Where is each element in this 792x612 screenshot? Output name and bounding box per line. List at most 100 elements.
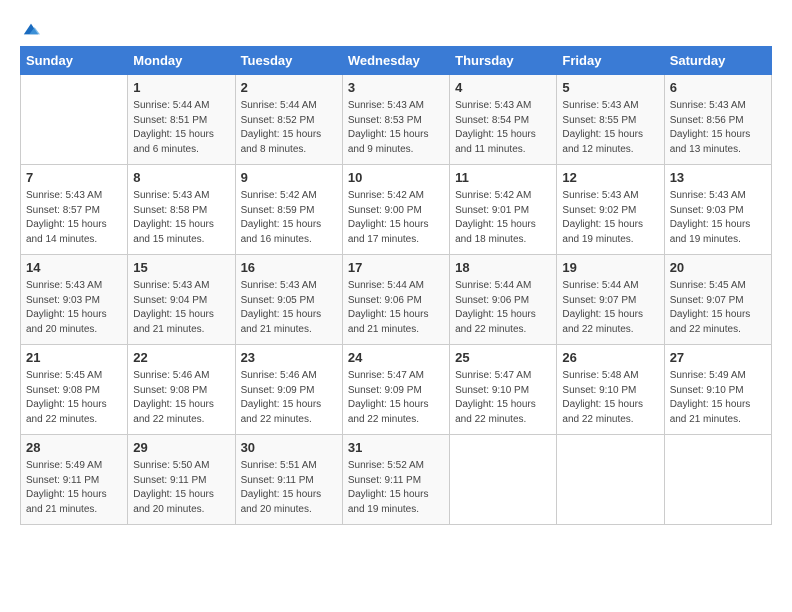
calendar-cell: 25 Sunrise: 5:47 AM Sunset: 9:10 PM Dayli… bbox=[450, 345, 557, 435]
calendar-week-row: 21 Sunrise: 5:45 AM Sunset: 9:08 PM Dayli… bbox=[21, 345, 772, 435]
col-header-sunday: Sunday bbox=[21, 47, 128, 75]
day-info: Sunrise: 5:44 AM Sunset: 8:51 PM Dayligh… bbox=[133, 99, 229, 157]
day-info: Sunrise: 5:45 AM Sunset: 9:07 PM Dayligh… bbox=[670, 279, 766, 337]
calendar-cell: 30 Sunrise: 5:51 AM Sunset: 9:11 PM Dayli… bbox=[235, 435, 342, 525]
calendar-cell: 22 Sunrise: 5:46 AM Sunset: 9:08 PM Dayli… bbox=[128, 345, 235, 435]
calendar-cell: 18 Sunrise: 5:44 AM Sunset: 9:06 PM Dayli… bbox=[450, 255, 557, 345]
calendar-cell: 27 Sunrise: 5:49 AM Sunset: 9:10 PM Dayli… bbox=[664, 345, 771, 435]
calendar-cell: 17 Sunrise: 5:44 AM Sunset: 9:06 PM Dayli… bbox=[342, 255, 449, 345]
day-number: 26 bbox=[562, 349, 658, 367]
calendar-week-row: 28 Sunrise: 5:49 AM Sunset: 9:11 PM Dayli… bbox=[21, 435, 772, 525]
day-info: Sunrise: 5:43 AM Sunset: 8:54 PM Dayligh… bbox=[455, 99, 551, 157]
calendar-cell: 20 Sunrise: 5:45 AM Sunset: 9:07 PM Dayli… bbox=[664, 255, 771, 345]
day-number: 12 bbox=[562, 169, 658, 187]
day-info: Sunrise: 5:43 AM Sunset: 8:55 PM Dayligh… bbox=[562, 99, 658, 157]
day-number: 16 bbox=[241, 259, 337, 277]
day-number: 27 bbox=[670, 349, 766, 367]
day-number: 20 bbox=[670, 259, 766, 277]
day-number: 30 bbox=[241, 439, 337, 457]
day-number: 29 bbox=[133, 439, 229, 457]
calendar-cell: 31 Sunrise: 5:52 AM Sunset: 9:11 PM Dayli… bbox=[342, 435, 449, 525]
calendar-cell: 12Sunrise: 5:43 AM Sunset: 9:02 PM Dayli… bbox=[557, 165, 664, 255]
calendar-cell: 16 Sunrise: 5:43 AM Sunset: 9:05 PM Dayli… bbox=[235, 255, 342, 345]
calendar-cell: 23 Sunrise: 5:46 AM Sunset: 9:09 PM Dayli… bbox=[235, 345, 342, 435]
calendar-cell: 19 Sunrise: 5:44 AM Sunset: 9:07 PM Dayli… bbox=[557, 255, 664, 345]
day-number: 4 bbox=[455, 79, 551, 97]
calendar-cell: 24 Sunrise: 5:47 AM Sunset: 9:09 PM Dayli… bbox=[342, 345, 449, 435]
day-number: 15 bbox=[133, 259, 229, 277]
calendar-cell bbox=[450, 435, 557, 525]
day-info: Sunrise: 5:51 AM Sunset: 9:11 PM Dayligh… bbox=[241, 459, 337, 517]
calendar-week-row: 14 Sunrise: 5:43 AM Sunset: 9:03 PM Dayli… bbox=[21, 255, 772, 345]
day-number: 1 bbox=[133, 79, 229, 97]
day-info: Sunrise: 5:52 AM Sunset: 9:11 PM Dayligh… bbox=[348, 459, 444, 517]
day-info: Sunrise: 5:43 AM Sunset: 8:53 PM Dayligh… bbox=[348, 99, 444, 157]
calendar-week-row: 1 Sunrise: 5:44 AM Sunset: 8:51 PM Daylig… bbox=[21, 75, 772, 165]
day-info: Sunrise: 5:46 AM Sunset: 9:09 PM Dayligh… bbox=[241, 369, 337, 427]
calendar-cell: 11Sunrise: 5:42 AM Sunset: 9:01 PM Dayli… bbox=[450, 165, 557, 255]
day-info: Sunrise: 5:49 AM Sunset: 9:11 PM Dayligh… bbox=[26, 459, 122, 517]
calendar-cell: 26Sunrise: 5:48 AM Sunset: 9:10 PM Dayli… bbox=[557, 345, 664, 435]
day-info: Sunrise: 5:43 AM Sunset: 9:05 PM Dayligh… bbox=[241, 279, 337, 337]
day-info: Sunrise: 5:43 AM Sunset: 8:57 PM Dayligh… bbox=[26, 189, 122, 247]
calendar-cell: 29 Sunrise: 5:50 AM Sunset: 9:11 PM Dayli… bbox=[128, 435, 235, 525]
day-number: 21 bbox=[26, 349, 122, 367]
day-number: 23 bbox=[241, 349, 337, 367]
day-number: 25 bbox=[455, 349, 551, 367]
day-info: Sunrise: 5:44 AM Sunset: 9:07 PM Dayligh… bbox=[562, 279, 658, 337]
calendar-table: SundayMondayTuesdayWednesdayThursdayFrid… bbox=[20, 46, 772, 525]
calendar-cell: 14 Sunrise: 5:43 AM Sunset: 9:03 PM Dayli… bbox=[21, 255, 128, 345]
calendar-week-row: 7 Sunrise: 5:43 AM Sunset: 8:57 PM Daylig… bbox=[21, 165, 772, 255]
calendar-cell bbox=[664, 435, 771, 525]
day-number: 3 bbox=[348, 79, 444, 97]
day-number: 18 bbox=[455, 259, 551, 277]
calendar-cell: 15 Sunrise: 5:43 AM Sunset: 9:04 PM Dayli… bbox=[128, 255, 235, 345]
day-info: Sunrise: 5:44 AM Sunset: 9:06 PM Dayligh… bbox=[348, 279, 444, 337]
calendar-cell: 28 Sunrise: 5:49 AM Sunset: 9:11 PM Dayli… bbox=[21, 435, 128, 525]
calendar-cell: 13Sunrise: 5:43 AM Sunset: 9:03 PM Dayli… bbox=[664, 165, 771, 255]
day-info: Sunrise: 5:43 AM Sunset: 9:03 PM Dayligh… bbox=[26, 279, 122, 337]
day-number: 17 bbox=[348, 259, 444, 277]
day-info: Sunrise: 5:47 AM Sunset: 9:09 PM Dayligh… bbox=[348, 369, 444, 427]
calendar-cell: 9Sunrise: 5:42 AM Sunset: 8:59 PM Daylig… bbox=[235, 165, 342, 255]
day-number: 5 bbox=[562, 79, 658, 97]
day-info: Sunrise: 5:43 AM Sunset: 8:58 PM Dayligh… bbox=[133, 189, 229, 247]
col-header-thursday: Thursday bbox=[450, 47, 557, 75]
day-number: 2 bbox=[241, 79, 337, 97]
day-number: 10 bbox=[348, 169, 444, 187]
calendar-cell: 4 Sunrise: 5:43 AM Sunset: 8:54 PM Daylig… bbox=[450, 75, 557, 165]
calendar-cell: 6 Sunrise: 5:43 AM Sunset: 8:56 PM Daylig… bbox=[664, 75, 771, 165]
day-number: 22 bbox=[133, 349, 229, 367]
day-number: 31 bbox=[348, 439, 444, 457]
calendar-header-row: SundayMondayTuesdayWednesdayThursdayFrid… bbox=[21, 47, 772, 75]
calendar-cell: 7 Sunrise: 5:43 AM Sunset: 8:57 PM Daylig… bbox=[21, 165, 128, 255]
day-info: Sunrise: 5:43 AM Sunset: 8:56 PM Dayligh… bbox=[670, 99, 766, 157]
col-header-monday: Monday bbox=[128, 47, 235, 75]
day-info: Sunrise: 5:42 AM Sunset: 9:01 PM Dayligh… bbox=[455, 189, 551, 247]
day-number: 14 bbox=[26, 259, 122, 277]
logo-icon bbox=[22, 20, 40, 38]
day-info: Sunrise: 5:42 AM Sunset: 8:59 PM Dayligh… bbox=[241, 189, 337, 247]
calendar-cell bbox=[21, 75, 128, 165]
day-info: Sunrise: 5:42 AM Sunset: 9:00 PM Dayligh… bbox=[348, 189, 444, 247]
day-info: Sunrise: 5:43 AM Sunset: 9:03 PM Dayligh… bbox=[670, 189, 766, 247]
day-info: Sunrise: 5:46 AM Sunset: 9:08 PM Dayligh… bbox=[133, 369, 229, 427]
day-info: Sunrise: 5:47 AM Sunset: 9:10 PM Dayligh… bbox=[455, 369, 551, 427]
calendar-cell: 5 Sunrise: 5:43 AM Sunset: 8:55 PM Daylig… bbox=[557, 75, 664, 165]
day-number: 6 bbox=[670, 79, 766, 97]
day-number: 7 bbox=[26, 169, 122, 187]
day-info: Sunrise: 5:50 AM Sunset: 9:11 PM Dayligh… bbox=[133, 459, 229, 517]
day-number: 19 bbox=[562, 259, 658, 277]
day-info: Sunrise: 5:49 AM Sunset: 9:10 PM Dayligh… bbox=[670, 369, 766, 427]
calendar-cell: 3 Sunrise: 5:43 AM Sunset: 8:53 PM Daylig… bbox=[342, 75, 449, 165]
day-info: Sunrise: 5:45 AM Sunset: 9:08 PM Dayligh… bbox=[26, 369, 122, 427]
day-number: 8 bbox=[133, 169, 229, 187]
col-header-tuesday: Tuesday bbox=[235, 47, 342, 75]
day-number: 24 bbox=[348, 349, 444, 367]
calendar-cell: 21 Sunrise: 5:45 AM Sunset: 9:08 PM Dayli… bbox=[21, 345, 128, 435]
day-info: Sunrise: 5:44 AM Sunset: 9:06 PM Dayligh… bbox=[455, 279, 551, 337]
day-info: Sunrise: 5:43 AM Sunset: 9:04 PM Dayligh… bbox=[133, 279, 229, 337]
day-number: 28 bbox=[26, 439, 122, 457]
logo bbox=[20, 20, 40, 36]
page-header bbox=[20, 20, 772, 36]
